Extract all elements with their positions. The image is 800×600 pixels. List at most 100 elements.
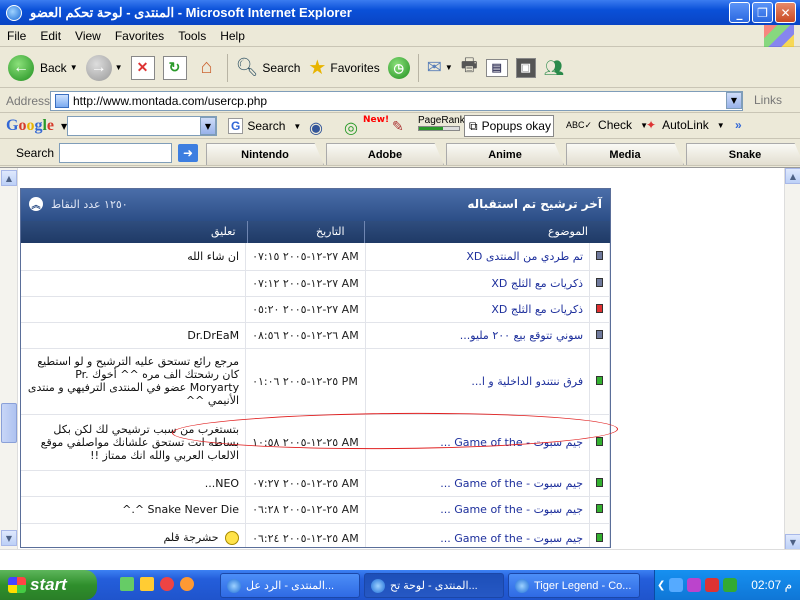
row-topic-link[interactable]: تم طردي من المنتدى XD (365, 243, 591, 271)
research-icon: ▣ (515, 57, 536, 78)
menu-edit[interactable]: Edit (33, 29, 68, 43)
row-topic-link[interactable]: فرق ننتندو الداخلية و ا... (365, 348, 591, 415)
link-tab-anime[interactable]: Anime (446, 143, 564, 165)
menu-view[interactable]: View (68, 29, 108, 43)
toolbar-search-input[interactable] (59, 143, 172, 163)
windows-flag-icon (8, 577, 26, 593)
quicklaunch-desktop-icon[interactable] (120, 577, 134, 591)
tray-antivirus-icon[interactable] (705, 578, 720, 592)
collapse-icon[interactable]: ︽ (29, 197, 43, 211)
taskbar-window-tiger-legend[interactable]: Tiger Legend - Co... (508, 573, 640, 598)
clock[interactable]: 02:07 م (751, 578, 792, 592)
refresh-button[interactable]: ↻ (162, 55, 187, 80)
home-button[interactable]: ⌂ (195, 56, 219, 80)
restore-button[interactable]: ❐ (752, 2, 773, 23)
menu-file[interactable]: File (0, 29, 33, 43)
column-topic: الموضوع (547, 225, 588, 238)
links-label[interactable]: Links (754, 93, 782, 107)
ie-task-icon (515, 578, 529, 593)
scroll-up-arrow-icon[interactable]: ▲ (785, 168, 800, 184)
quicklaunch-messenger-icon[interactable] (140, 577, 154, 591)
row-status-icon (589, 523, 610, 547)
row-comment: ان شاء الله (21, 243, 247, 271)
scroll-down-arrow-icon[interactable]: ▼ (785, 534, 800, 550)
google-search-label: Search (247, 119, 286, 133)
messenger-button[interactable]: 👥︎ (544, 58, 564, 78)
google-spiral-icon[interactable]: ◎ (344, 118, 358, 138)
stop-button[interactable]: ✕ (130, 55, 155, 80)
tray-volume-icon[interactable] (723, 578, 738, 592)
new-badge: New! (363, 115, 390, 125)
google-news-icon[interactable]: ◉ (309, 118, 323, 138)
link-tab-adobe[interactable]: Adobe (326, 143, 444, 165)
link-tab-snake[interactable]: Snake (686, 143, 800, 165)
quicklaunch-browser-icon[interactable] (180, 577, 194, 591)
favorites-button[interactable]: ★ Favorites (308, 55, 379, 80)
google-search-input[interactable] (67, 116, 217, 136)
google-logo[interactable]: Google (6, 117, 54, 135)
highlight-icon[interactable]: ✎ (392, 118, 404, 135)
forward-button[interactable]: → ▼ (85, 54, 123, 81)
row-date: ٢٧-١٢-٢٠٠٥ ٠٥:٢٠ AM (245, 296, 366, 323)
tray-app-icon[interactable] (687, 578, 702, 592)
address-dropdown-icon[interactable]: ▼ (726, 92, 742, 109)
quicklaunch-media-icon[interactable] (160, 577, 174, 591)
table-row: مرجع رائع تستحق عليه الترشيح و لو استطيع… (21, 348, 610, 415)
row-topic-link[interactable]: جيم سبوت - Game of the ... (365, 414, 591, 471)
google-g-icon: G (228, 118, 244, 134)
close-button[interactable]: ✕ (775, 2, 796, 23)
row-topic-link[interactable]: سوني تتوقع بيع ٢٠٠ مليو... (365, 322, 591, 349)
row-status-icon (589, 243, 610, 271)
back-dropdown-icon[interactable]: ▼ (70, 63, 78, 72)
row-status-icon (589, 348, 610, 415)
search-button[interactable]: 🔍︎ Search (236, 57, 301, 78)
tray-expand-icon[interactable]: ❮ (657, 580, 665, 591)
popups-button[interactable]: ⧉ Popups okay (464, 115, 554, 137)
mail-button[interactable]: ✉ ▼ (427, 57, 453, 78)
home-icon: ⌂ (200, 56, 213, 78)
address-url: http://www.montada.com/usercp.php (73, 94, 268, 108)
google-search-dropdown-icon[interactable]: ▼ (200, 117, 216, 135)
row-topic-link[interactable]: ذكريات مع الثلج XD (365, 270, 591, 297)
left-scrollbar[interactable]: ▲ ▼ (0, 168, 18, 550)
google-search-button[interactable]: G Search ▼ (228, 118, 301, 134)
right-scrollbar[interactable]: ▲ ▼ (784, 168, 800, 550)
scroll-down-arrow-icon[interactable]: ▼ (1, 530, 17, 546)
history-button[interactable]: ◷ (387, 56, 410, 79)
tray-network-icon[interactable] (669, 578, 684, 592)
research-button[interactable]: ▣ (515, 57, 536, 78)
mail-dropdown-icon[interactable]: ▼ (445, 63, 453, 72)
row-topic-link[interactable]: جيم سبوت - Game of the ... (365, 523, 591, 547)
edit-button[interactable]: ▤ (485, 58, 508, 77)
minimize-button[interactable]: _ (729, 2, 750, 23)
menu-favorites[interactable]: Favorites (108, 29, 171, 43)
google-search-options-icon[interactable]: ▼ (293, 122, 301, 131)
forward-dropdown-icon[interactable]: ▼ (115, 63, 123, 72)
autolink-button[interactable]: ✦ AutoLink ▼ (646, 118, 725, 132)
link-tab-nintendo[interactable]: Nintendo (206, 143, 324, 165)
scroll-thumb[interactable] (1, 403, 17, 443)
menu-help[interactable]: Help (213, 29, 252, 43)
window-controls: _ ❐ ✕ (729, 2, 796, 23)
scroll-up-arrow-icon[interactable]: ▲ (1, 170, 17, 186)
link-tab-media[interactable]: Media (566, 143, 684, 165)
taskbar-window-reply[interactable]: المنتدى - الرد عل... (220, 573, 360, 598)
taskbar-window-usercp[interactable]: المنتدى - لوحة تح... (364, 573, 504, 598)
menu-tools[interactable]: Tools (171, 29, 213, 43)
row-topic-link[interactable]: جيم سبوت - Game of the ... (365, 470, 591, 497)
table-row: Dr.DrEaM ٢٦-١٢-٢٠٠٥ ٠٨:٥٦ AM سوني تتوقع … (21, 322, 610, 349)
back-button[interactable]: ← Back ▼ (8, 54, 78, 81)
row-topic-link[interactable]: ذكريات مع الثلج XD (365, 296, 591, 323)
forward-arrow-icon: → (85, 54, 112, 81)
search-label: Search (262, 60, 301, 75)
popups-label: Popups okay (481, 119, 551, 133)
go-arrow-icon[interactable]: ➜ (178, 144, 198, 162)
more-chevron-icon[interactable]: » (735, 118, 742, 132)
row-topic-link[interactable]: جيم سبوت - Game of the ... (365, 496, 591, 524)
print-button[interactable]: 🖶 (461, 53, 478, 83)
nominations-table: ان شاء الله ٢٧-١٢-٢٠٠٥ ٠٧:١٥ AM تم طردي … (21, 243, 610, 547)
address-input[interactable]: http://www.montada.com/usercp.php (50, 91, 743, 111)
autolink-dropdown-icon[interactable]: ▼ (717, 121, 725, 130)
start-button[interactable]: start (0, 570, 97, 600)
spellcheck-button[interactable]: ABC✓ Check ▼ (566, 118, 648, 132)
